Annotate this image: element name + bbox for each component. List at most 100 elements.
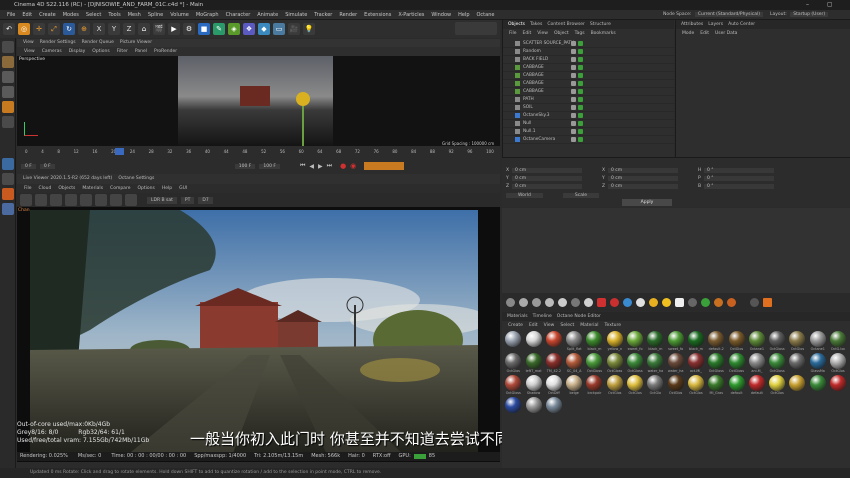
prev-key-icon[interactable]: ◀ xyxy=(309,163,314,170)
material-swatch[interactable]: sweet_fo xyxy=(625,331,645,352)
daylight-icon[interactable] xyxy=(623,297,632,307)
menu-modes[interactable]: Modes xyxy=(63,12,79,18)
tag-icon[interactable] xyxy=(571,105,576,110)
menu-mesh[interactable]: Mesh xyxy=(128,12,141,18)
tag-icon[interactable] xyxy=(571,49,576,54)
fog-icon[interactable] xyxy=(688,297,697,307)
material-swatch[interactable]: yellow_n xyxy=(605,331,625,352)
kernel-select[interactable]: PT xyxy=(180,196,195,204)
material-swatch[interactable]: OctGlos xyxy=(503,353,523,374)
keyframe-icons[interactable] xyxy=(364,162,405,170)
material-swatch[interactable]: OctGlo xyxy=(645,375,665,396)
material-swatch[interactable]: Split_flat xyxy=(564,331,584,352)
materials-menu-view[interactable]: View xyxy=(544,323,555,328)
tag-icon[interactable] xyxy=(571,137,576,142)
objects-menu-edit[interactable]: Edit xyxy=(523,31,532,36)
live-viewer-title[interactable]: Live Viewer 2020.1.5-R2 (652 days left) xyxy=(23,174,112,184)
menu-select[interactable]: Select xyxy=(86,12,101,18)
menu-x-particles[interactable]: X-Particles xyxy=(398,12,424,18)
materials-menu-texture[interactable]: Texture xyxy=(605,323,621,328)
viewport-scene[interactable] xyxy=(178,56,333,146)
coord-scale-select[interactable]: Scale xyxy=(562,193,600,198)
material-swatch[interactable]: OctGlos xyxy=(787,331,807,352)
material-swatch[interactable]: OctGlos xyxy=(767,375,787,396)
material-swatch[interactable]: leftT_mat xyxy=(524,353,544,374)
attributes-menu-edit[interactable]: Edit xyxy=(700,31,709,36)
pick-material-icon[interactable] xyxy=(95,194,107,206)
material-swatch[interactable] xyxy=(787,375,807,396)
coord-field[interactable]: 0 ° xyxy=(704,167,774,173)
material-swatch[interactable] xyxy=(808,375,828,396)
record-icon[interactable]: ● xyxy=(340,162,346,170)
tag-icon[interactable] xyxy=(578,113,583,118)
live-viewer-menu-cloud[interactable]: Cloud xyxy=(39,186,52,191)
octane-settings-tab[interactable]: Octane Settings xyxy=(118,174,154,184)
apply-button[interactable]: Apply xyxy=(622,199,672,206)
end-frame[interactable]: 100 F xyxy=(234,163,256,169)
objects-tab-2[interactable]: Content Browser xyxy=(547,22,585,27)
materials-tab-1[interactable]: Timeline xyxy=(533,314,552,319)
live-viewer-menu-gui[interactable]: GUI xyxy=(179,186,187,191)
menu-help[interactable]: Help xyxy=(458,12,469,18)
sun-icon[interactable] xyxy=(649,297,658,307)
subdivision-icon[interactable]: ◈ xyxy=(228,23,240,35)
scale-icon[interactable]: ⤢ xyxy=(48,23,60,35)
live-viewer-menu-materials[interactable]: Materials xyxy=(82,186,103,191)
rotate-icon[interactable]: ↻ xyxy=(63,23,75,35)
viewport-menu-view[interactable]: View xyxy=(24,47,35,56)
live-viewer-menu-options[interactable]: Options xyxy=(137,186,154,191)
live-viewer-menu-help[interactable]: Help xyxy=(162,186,172,191)
coord-field[interactable]: 0 ° xyxy=(704,175,774,181)
material-swatch[interactable]: default xyxy=(747,375,767,396)
settings-oct-icon[interactable] xyxy=(750,297,759,307)
render-settings-icon[interactable]: ⚙ xyxy=(183,23,195,35)
deformer-icon[interactable]: ◆ xyxy=(258,23,270,35)
menu-tracker[interactable]: Tracker xyxy=(314,12,332,18)
scatter-icon[interactable] xyxy=(701,297,710,307)
object-tag-icon[interactable] xyxy=(727,297,736,307)
menu-extensions[interactable]: Extensions xyxy=(364,12,391,18)
attributes-menu-user-data[interactable]: User Data xyxy=(715,31,737,36)
pick-focus-icon[interactable] xyxy=(110,194,122,206)
material-swatch[interactable]: black_m xyxy=(645,331,665,352)
objects-menu-view[interactable]: View xyxy=(537,31,548,36)
material-swatch[interactable]: OctGloss xyxy=(584,353,604,374)
material-swatch[interactable] xyxy=(787,353,807,374)
viewport-tab-3[interactable]: Picture Viewer xyxy=(120,39,152,47)
live-viewer-menu-objects[interactable]: Objects xyxy=(58,186,75,191)
tag-icon[interactable] xyxy=(578,97,583,102)
live-viewer-menu-compare[interactable]: Compare xyxy=(110,186,130,191)
toolbar-right-icons[interactable] xyxy=(455,22,497,35)
material-swatch[interactable]: water_ha xyxy=(666,353,686,374)
material-swatch[interactable]: water_ha xyxy=(645,353,665,374)
y-axis-icon[interactable]: Y xyxy=(108,23,120,35)
attributes-tab-1[interactable]: Layers xyxy=(708,22,723,27)
start-frame[interactable]: 0 F xyxy=(21,163,36,169)
material-swatch[interactable]: OctGlos xyxy=(625,375,645,396)
viewport-menu-panel[interactable]: Panel xyxy=(135,47,147,56)
tag-icon[interactable] xyxy=(578,73,583,78)
materials-menu-create[interactable]: Create xyxy=(508,323,523,328)
sphere-material-icon[interactable] xyxy=(506,297,515,307)
material-swatch[interactable]: OctGloss xyxy=(767,353,787,374)
tag-icon[interactable] xyxy=(571,57,576,62)
stop-render-icon[interactable] xyxy=(65,194,77,206)
window-controls[interactable]: – ▢ ✕ xyxy=(806,0,850,18)
material-swatch[interactable]: OctGlos xyxy=(686,375,706,396)
menu-character[interactable]: Character xyxy=(226,12,251,18)
undo-icon[interactable]: ↶ xyxy=(3,23,15,35)
render-picture-viewer-icon[interactable]: ▶ xyxy=(168,23,180,35)
tag-icon[interactable] xyxy=(578,65,583,70)
workplane-icon[interactable] xyxy=(2,173,14,185)
coord-field[interactable]: 0 cm xyxy=(512,175,582,181)
material-swatch[interactable]: TM_42.2 xyxy=(544,353,564,374)
material-swatch[interactable]: SC_04_A xyxy=(564,353,584,374)
render-view-icon[interactable]: 🎬 xyxy=(153,23,165,35)
material-swatch[interactable]: OctG.loc xyxy=(828,331,848,352)
z-axis-icon[interactable]: Z xyxy=(123,23,135,35)
region-render-icon[interactable] xyxy=(80,194,92,206)
tag-icon[interactable] xyxy=(571,73,576,78)
toon-icon[interactable] xyxy=(584,297,593,307)
menu-render[interactable]: Render xyxy=(339,12,357,18)
material-swatch[interactable]: MI_Gras xyxy=(706,375,726,396)
